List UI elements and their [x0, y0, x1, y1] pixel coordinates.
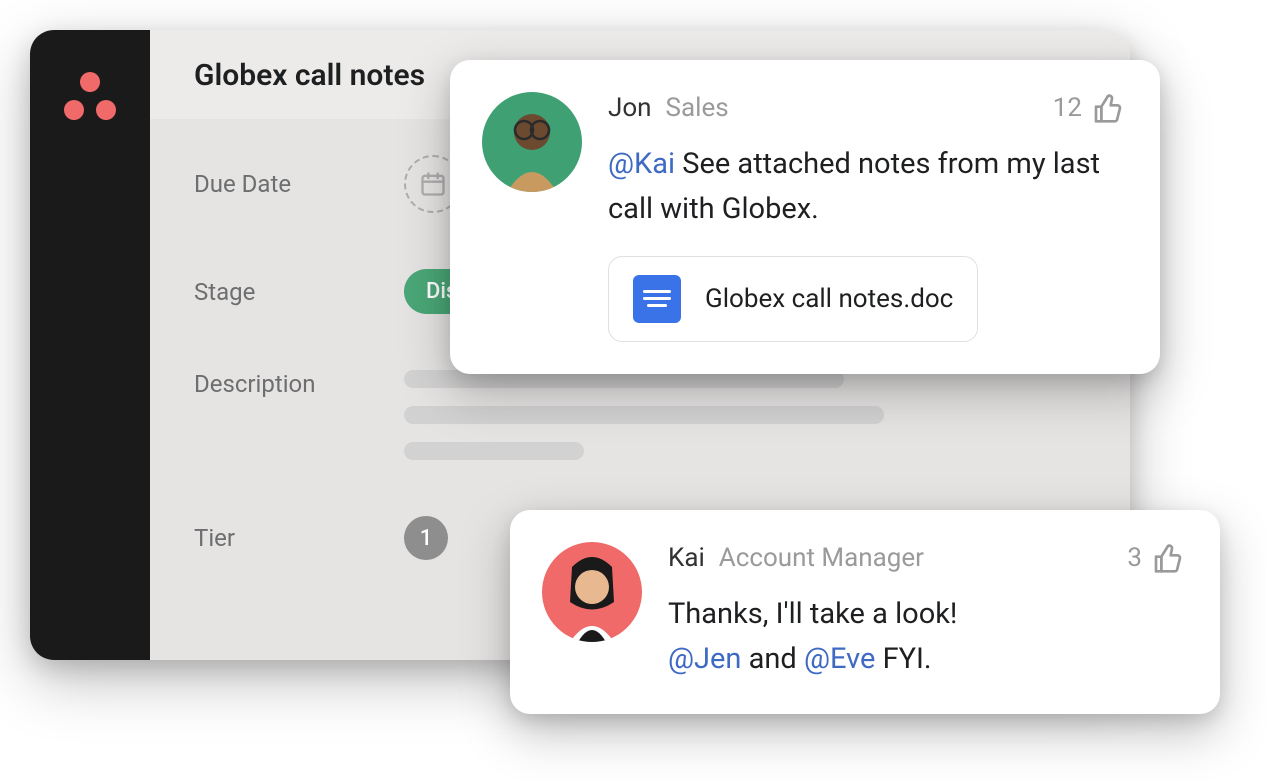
avatar[interactable]: [482, 92, 582, 192]
attachment-name: Globex call notes.doc: [705, 284, 953, 314]
like-count: 12: [1053, 93, 1082, 123]
mention[interactable]: @Kai: [608, 147, 675, 181]
comment-header: Kai Account Manager 3: [668, 542, 1184, 574]
comment-header: Jon Sales 12: [608, 92, 1124, 124]
author-role: Account Manager: [719, 543, 924, 573]
like-button[interactable]: 3: [1127, 542, 1184, 574]
author-role: Sales: [666, 93, 729, 123]
author-name: Jon: [608, 93, 652, 123]
comment-text: Thanks, I'll take a look! @Jen and @Eve …: [668, 592, 1184, 682]
description-placeholder[interactable]: [404, 370, 1086, 460]
thumbs-up-icon: [1152, 542, 1184, 574]
mention[interactable]: @Jen: [668, 642, 741, 676]
description-label: Description: [194, 370, 404, 398]
stage-label: Stage: [194, 278, 404, 306]
calendar-icon: [419, 170, 447, 198]
like-count: 3: [1127, 543, 1142, 573]
like-button[interactable]: 12: [1053, 92, 1124, 124]
author-name: Kai: [668, 543, 705, 573]
comment-card: Kai Account Manager 3 Thanks, I'll take …: [510, 510, 1220, 714]
app-sidebar: [30, 30, 150, 660]
field-description: Description: [194, 370, 1086, 460]
attachment[interactable]: Globex call notes.doc: [608, 256, 978, 342]
document-icon: [633, 275, 681, 323]
tier-badge[interactable]: 1: [404, 516, 448, 560]
comment-card: Jon Sales 12 @Kai See attached notes fro…: [450, 60, 1160, 374]
tier-label: Tier: [194, 524, 404, 552]
app-logo-icon: [64, 72, 116, 120]
thumbs-up-icon: [1092, 92, 1124, 124]
due-date-label: Due Date: [194, 170, 404, 198]
comment-text: @Kai See attached notes from my last cal…: [608, 142, 1124, 232]
mention[interactable]: @Eve: [804, 642, 875, 676]
avatar[interactable]: [542, 542, 642, 642]
